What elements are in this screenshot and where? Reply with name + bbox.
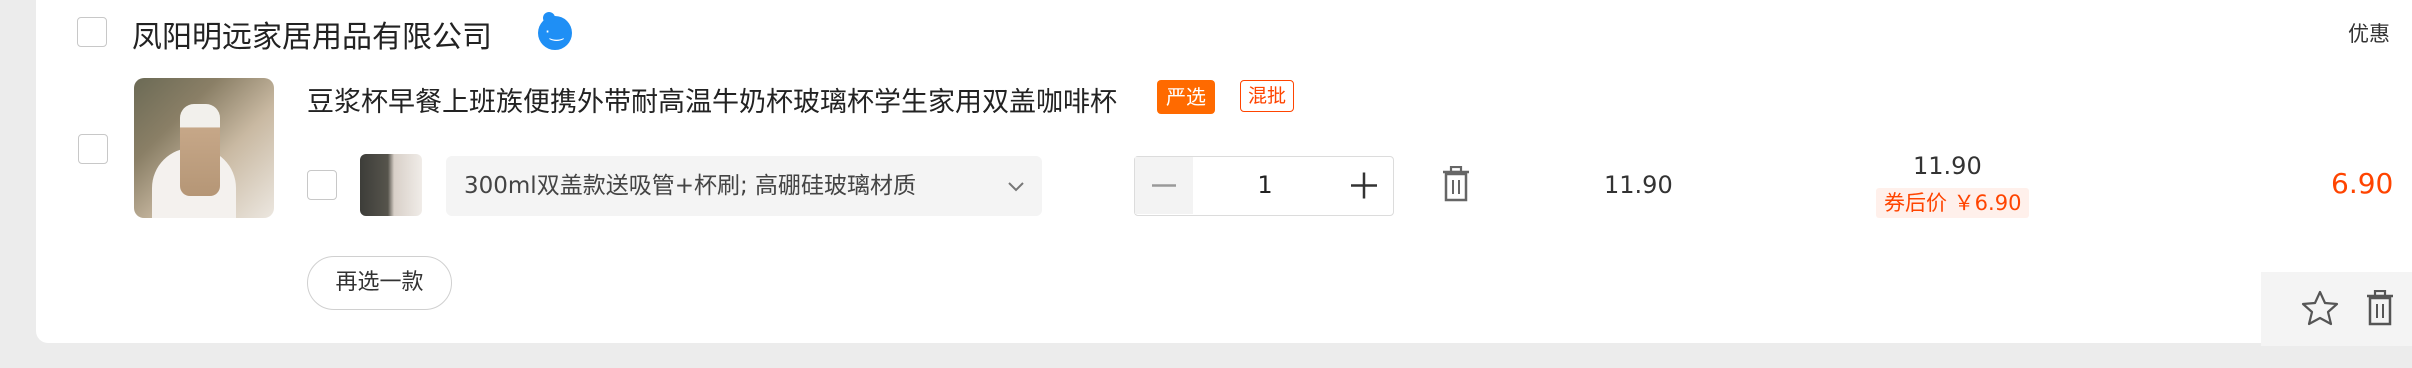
sku-checkbox[interactable] [307, 170, 337, 200]
delete-item-icon[interactable] [1441, 165, 1471, 206]
increase-button[interactable] [1335, 157, 1393, 214]
original-price: 11.90 [1913, 152, 1982, 180]
delete-icon[interactable] [2365, 289, 2395, 330]
sku-thumbnail[interactable] [360, 154, 422, 216]
discount-column-header: 优惠 [2348, 22, 2390, 46]
subtotal-price: 6.90 [2331, 167, 2394, 200]
tag-hunpi: 混批 [1240, 80, 1295, 112]
product-image-bottle [180, 104, 220, 196]
wangwang-chat-icon[interactable] [538, 12, 572, 50]
sku-selector-value: 300ml双盖款送吸管+杯刷; 高硼硅玻璃材质 [464, 173, 917, 199]
sku-selector[interactable]: 300ml双盖款送吸管+杯刷; 高硼硅玻璃材质 [446, 156, 1042, 216]
item-checkbox[interactable] [78, 134, 108, 164]
chevron-down-icon [1006, 156, 1026, 239]
product-title[interactable]: 豆浆杯早餐上班族便携外带耐高温牛奶杯玻璃杯学生家用双盖咖啡杯 [307, 80, 1117, 119]
reselect-button[interactable]: 再选一款 [307, 256, 452, 310]
decrease-button[interactable] [1135, 157, 1193, 214]
shop-checkbox[interactable] [77, 17, 107, 47]
favorite-star-icon[interactable] [2301, 290, 2339, 330]
shop-name[interactable]: 凤阳明远家居用品有限公司 [132, 12, 492, 56]
coupon-price-badge: 券后价 ￥6.90 [1876, 188, 2030, 218]
quantity-value[interactable]: 1 [1193, 157, 1337, 214]
quantity-stepper[interactable]: 1 [1134, 156, 1394, 216]
product-image[interactable] [134, 78, 274, 218]
unit-price: 11.90 [1604, 171, 1673, 199]
item-action-panel [2261, 272, 2412, 346]
tag-yanxuan: 严选 [1157, 80, 1215, 114]
